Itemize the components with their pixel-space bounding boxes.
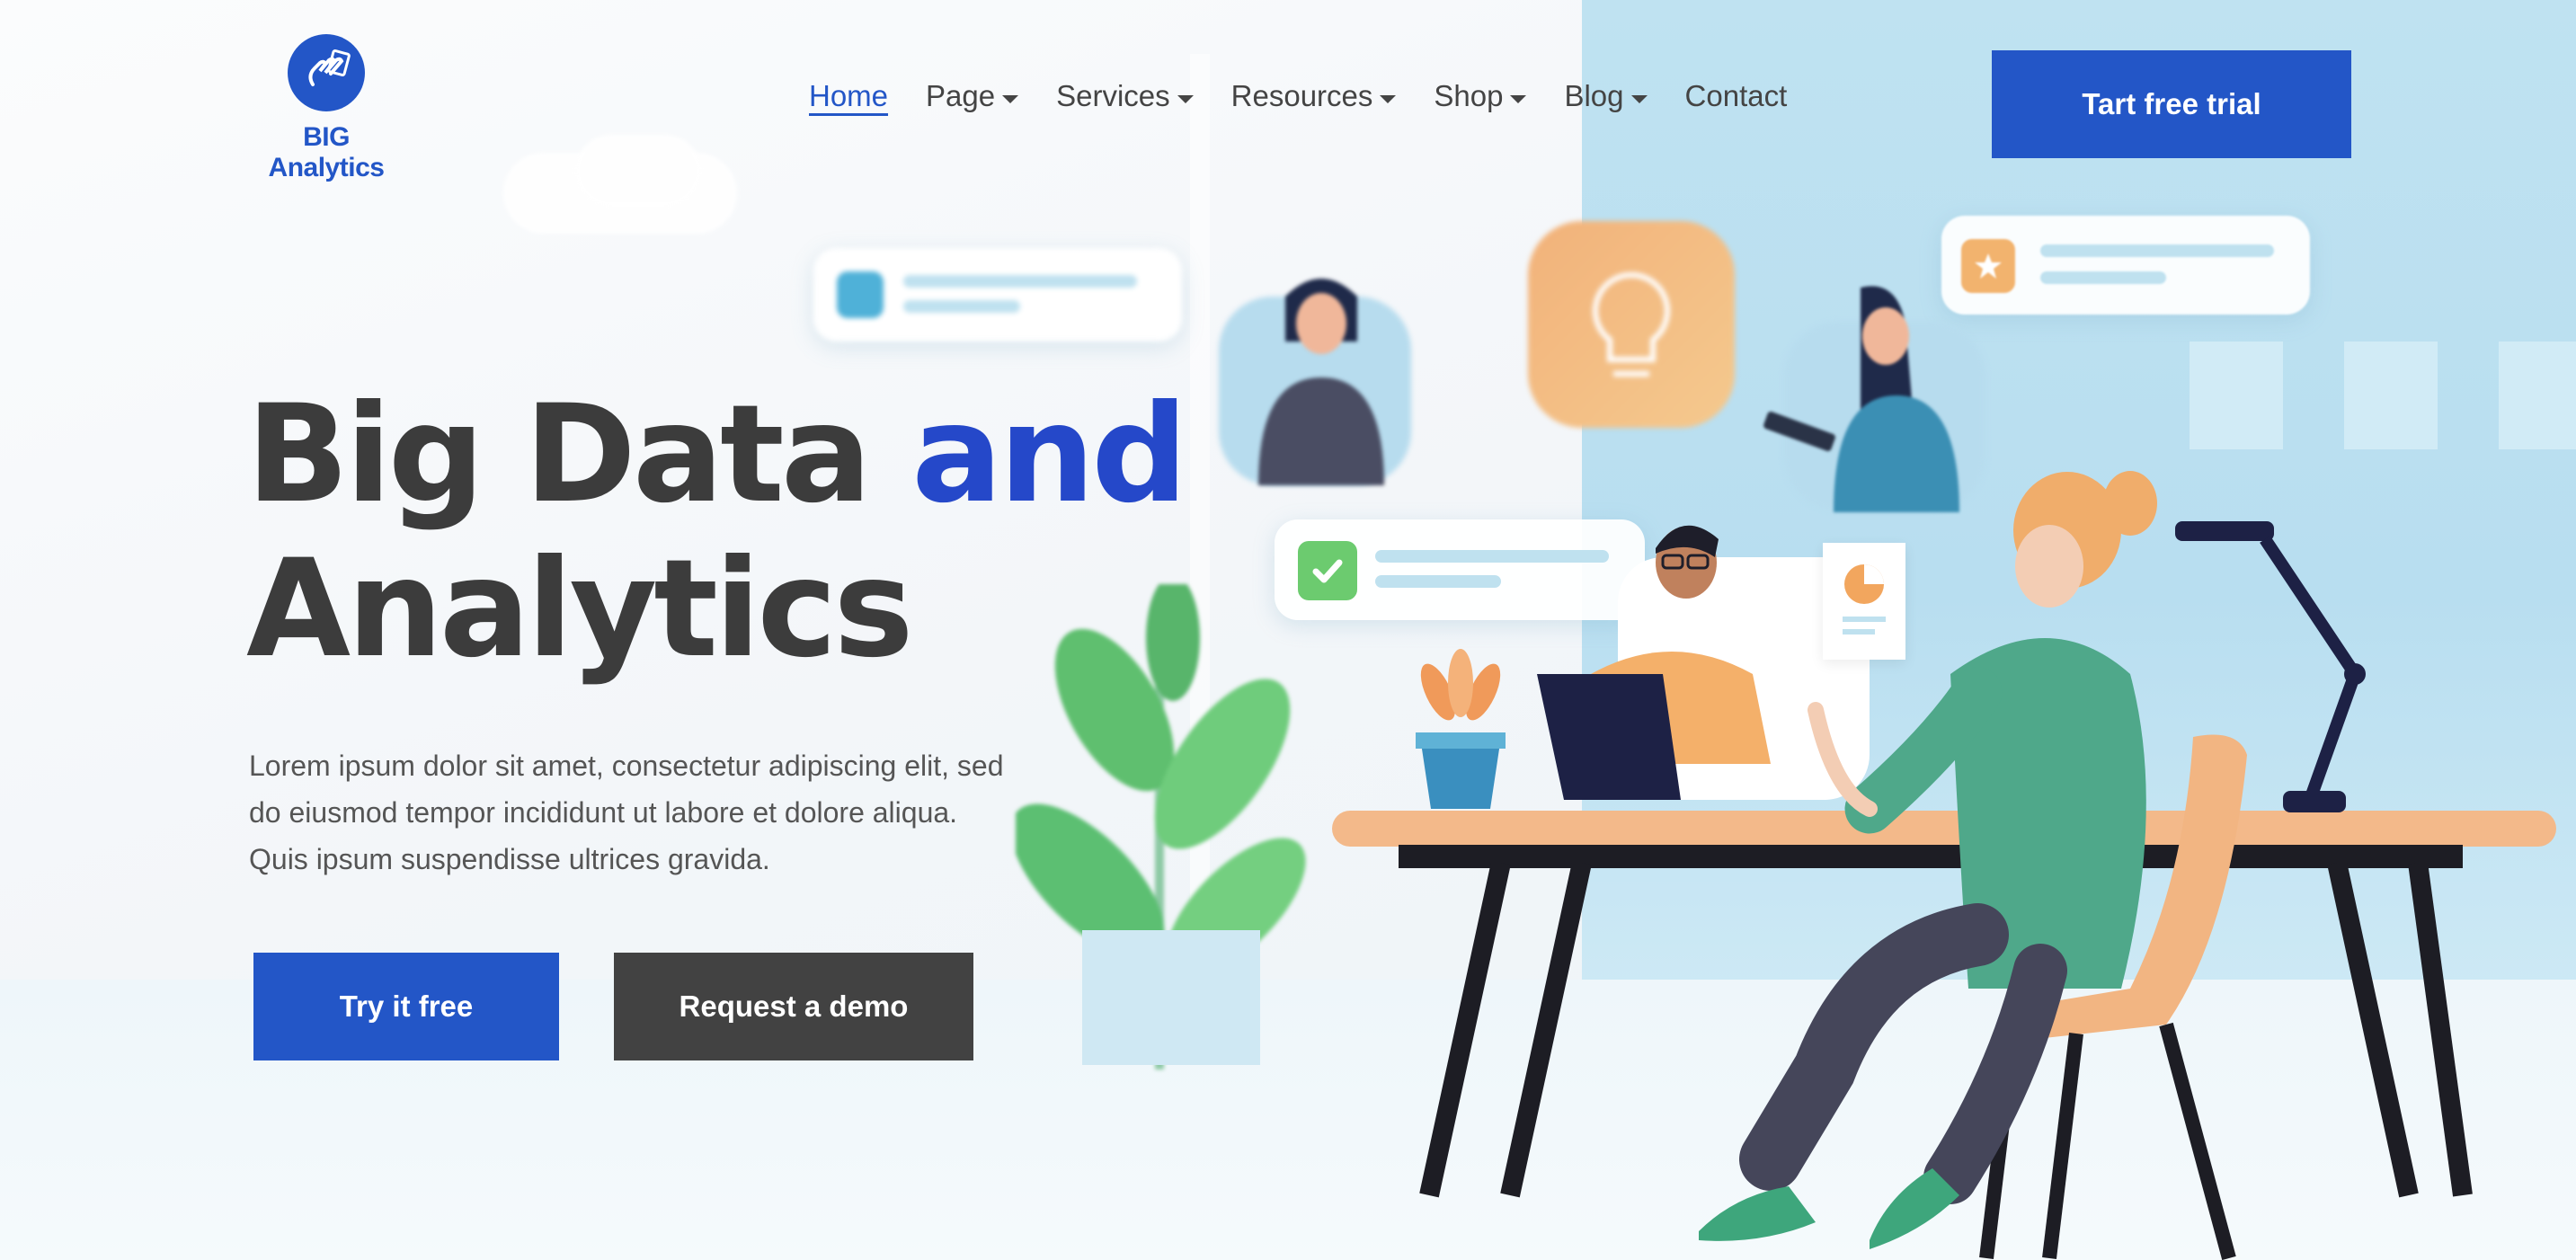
try-it-free-button[interactable]: Try it free bbox=[253, 953, 559, 1060]
background-cloud bbox=[575, 135, 701, 207]
nav-item-shop[interactable]: Shop bbox=[1434, 79, 1527, 113]
hero-title-part1: Big Data bbox=[246, 377, 912, 533]
hero-title-accent: and bbox=[911, 377, 1187, 533]
plant-pot bbox=[1082, 930, 1260, 1065]
card-line bbox=[2040, 244, 2274, 257]
woman-seated-illustration bbox=[1699, 471, 2157, 1249]
hero-title-part2: Analytics bbox=[246, 531, 914, 688]
lightbulb-icon bbox=[1528, 221, 1735, 428]
nav-item-resources[interactable]: Resources bbox=[1231, 79, 1397, 113]
hero-description: Lorem ipsum dolor sit amet, consectetur … bbox=[249, 750, 1004, 875]
floating-card bbox=[813, 248, 1182, 342]
main-navigation: Home Page Services Resources Shop Blog C… bbox=[809, 79, 1787, 113]
nav-item-label: Page bbox=[926, 79, 996, 112]
floating-card bbox=[1941, 216, 2310, 315]
background-shelf-box bbox=[2344, 342, 2438, 449]
card-line bbox=[1375, 575, 1501, 588]
brand-name: BIG Analytics bbox=[268, 122, 385, 182]
nav-item-label: Services bbox=[1056, 79, 1170, 112]
background-shelf-box bbox=[2499, 342, 2576, 449]
background-shelf-box bbox=[2190, 342, 2283, 449]
nav-item-label: Blog bbox=[1564, 79, 1624, 112]
nav-item-blog[interactable]: Blog bbox=[1564, 79, 1648, 113]
desk-plant-icon bbox=[1416, 649, 1506, 809]
card-line bbox=[903, 300, 1020, 313]
nav-item-contact[interactable]: Contact bbox=[1685, 79, 1788, 113]
landing-page: BIG Analytics Home Page Services Resourc… bbox=[0, 0, 2576, 1260]
caret-down-icon bbox=[1510, 94, 1527, 103]
caret-down-icon bbox=[1177, 94, 1194, 103]
card-line bbox=[2040, 271, 2166, 284]
brand-logo[interactable]: BIG Analytics bbox=[243, 34, 410, 183]
caret-down-icon bbox=[1002, 94, 1019, 103]
nav-item-services[interactable]: Services bbox=[1056, 79, 1194, 113]
nav-item-page[interactable]: Page bbox=[926, 79, 1019, 113]
nav-item-home[interactable]: Home bbox=[809, 79, 888, 113]
nav-item-label: Home bbox=[809, 79, 889, 112]
caret-down-icon bbox=[1630, 94, 1648, 103]
start-free-trial-button[interactable]: Tart free trial bbox=[1992, 50, 2351, 158]
nav-item-label: Resources bbox=[1230, 79, 1373, 112]
nav-item-label: Contact bbox=[1684, 79, 1788, 112]
card-line bbox=[903, 275, 1137, 288]
request-demo-button[interactable]: Request a demo bbox=[614, 953, 973, 1060]
hand-document-logo-icon bbox=[288, 34, 365, 111]
caret-down-icon bbox=[1380, 94, 1397, 103]
card-icon bbox=[837, 271, 884, 318]
person-avatar-woman-dark bbox=[1258, 279, 1384, 485]
nav-item-label: Shop bbox=[1434, 79, 1504, 112]
